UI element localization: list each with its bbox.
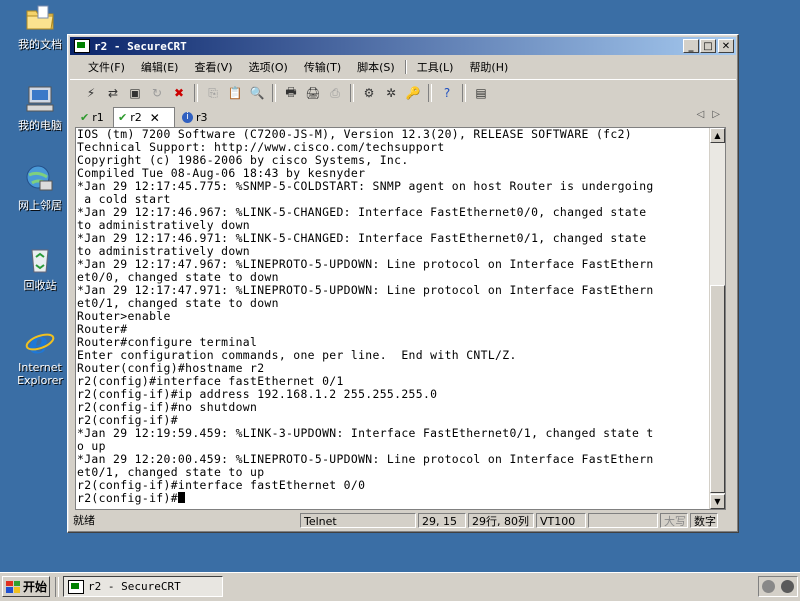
connect-icon[interactable]: ⚡ [81,84,101,102]
menu-bar: 文件(F) 编辑(E) 查看(V) 选项(O) 传输(T) 脚本(S) 工具(L… [70,57,736,77]
window-title: r2 - SecureCRT [94,39,187,53]
taskbar: 开始 r2 - SecureCRT [0,572,800,601]
start-button[interactable]: 开始 [2,576,50,597]
toolbar: ⚡ ⇄ ▣ ↻ ✖ ⎘ 📋 🔍 🖶 🖨 ⎙ ⚙ ✲ 🔑 ? ▤ [70,79,736,106]
maximize-button[interactable]: □ [700,39,716,53]
status-emulation: VT100 [536,513,586,528]
connected-check-icon: ✔ [118,111,128,124]
securecrt-app-icon [68,579,84,594]
svg-text:e: e [29,326,48,357]
sftp-icon[interactable]: ▤ [471,84,491,102]
network-icon [24,163,56,195]
tab-r1[interactable]: ✔ r1 [76,108,108,126]
menu-separator [404,60,407,74]
window-titlebar[interactable]: r2 - SecureCRT _ □ ✕ [70,37,736,55]
copy-icon[interactable]: ⎘ [203,84,223,102]
tab-label: r1 [92,110,104,124]
tab-label: r2 [130,111,142,124]
menu-help[interactable]: 帮助(H) [461,59,516,75]
close-button[interactable]: ✕ [718,39,734,53]
desktop-icon-network[interactable]: 网上邻居 [8,163,72,212]
start-label: 开始 [23,580,48,594]
windows-logo-icon [6,580,20,593]
terminal-line: *Jan 29 12:19:59.459: %LINK-3-UPDOWN: In… [77,426,654,440]
taskbar-task-title: r2 - SecureCRT [88,580,181,593]
connect-in-tab-icon[interactable]: ▣ [125,84,145,102]
print-selection-icon[interactable]: 🖨 [303,84,323,102]
desktop-icon-label: Internet Explorer [17,361,63,387]
desktop-icon-my-computer[interactable]: 我的电脑 [8,83,72,132]
tab-scroll-arrows[interactable]: ◁▷ [697,109,728,120]
terminal-prompt-line: r2(config-if)# [77,492,717,505]
desktop-icon-label: 我的文档 [18,38,62,51]
paste-icon[interactable]: 📋 [225,84,245,102]
scrollbar-thumb[interactable] [710,285,725,493]
connected-check-icon: ✔ [80,110,90,124]
scroll-down-icon[interactable]: ▼ [710,494,725,509]
securecrt-app-icon [74,39,90,53]
securecrt-window: r2 - SecureCRT _ □ ✕ 文件(F) 编辑(E) 查看(V) 选… [67,34,739,533]
tab-r2[interactable]: ✔ r2 ✕ [113,107,175,127]
terminal-output: IOS (tm) 7200 Software (C7200-JS-M), Ver… [77,128,717,505]
terminal-view[interactable]: IOS (tm) 7200 Software (C7200-JS-M), Ver… [75,127,726,510]
session-options-icon[interactable]: ⚙ [359,84,379,102]
status-cursor-position: 29, 15 [418,513,466,528]
menu-tools[interactable]: 工具(L) [409,59,462,75]
keymap-icon[interactable]: 🔑 [403,84,423,102]
status-caps: 大写 [660,513,688,528]
desktop-icon-label: 我的电脑 [18,119,62,132]
computer-icon [24,83,56,115]
tab-bar: ✔ r1 ✔ r2 ✕ i r3 ◁▷ [70,107,736,127]
system-tray [758,576,798,597]
tab-close-icon[interactable]: ✕ [150,111,160,125]
status-bar: 就绪 Telnet 29, 15 29行, 80列 VT100 大写 数字 [70,512,736,530]
menu-edit[interactable]: 编辑(E) [133,59,187,75]
find-icon[interactable]: 🔍 [247,84,267,102]
terminal-line: Router>enable [77,309,171,323]
desktop-icon-label: 网上邻居 [18,199,62,212]
menu-transfer[interactable]: 传输(T) [296,59,349,75]
menu-script[interactable]: 脚本(S) [349,59,403,75]
folder-icon [24,2,56,34]
desktop-icon-internet-explorer[interactable]: e Internet Explorer [8,325,72,387]
print-setup-icon[interactable]: ⎙ [325,84,345,102]
disconnect-icon[interactable]: ✖ [169,84,189,102]
terminal-cursor [177,492,185,503]
desktop-icon-my-documents[interactable]: 我的文档 [8,2,72,51]
terminal-prompt: r2(config-if)# [77,491,178,505]
scroll-up-icon[interactable]: ▲ [710,128,725,143]
print-icon[interactable]: 🖶 [281,84,301,102]
reconnect-icon[interactable]: ↻ [147,84,167,102]
volume-icon[interactable] [781,580,794,593]
minimize-button[interactable]: _ [683,39,699,53]
tab-r3[interactable]: i r3 [178,108,212,126]
terminal-line: et0/1, changed state to down [77,296,279,310]
global-options-icon[interactable]: ✲ [381,84,401,102]
vertical-scrollbar[interactable]: ▲ ▼ [709,128,725,509]
menu-view[interactable]: 查看(V) [186,59,240,75]
menu-options[interactable]: 选项(O) [241,59,296,75]
status-ready: 就绪 [73,514,95,527]
status-num: 数字 [690,513,718,528]
internet-explorer-icon: e [24,325,56,361]
help-icon[interactable]: ? [437,84,457,102]
taskbar-securecrt-button[interactable]: r2 - SecureCRT [63,576,223,597]
terminal-line: *Jan 29 12:17:45.775: %SNMP-5-COLDSTART:… [77,179,654,193]
quick-connect-icon[interactable]: ⇄ [103,84,123,102]
desktop-icon-label: 回收站 [23,279,57,292]
recycle-bin-icon [24,243,56,275]
info-icon: i [182,111,193,123]
status-empty [588,513,658,528]
status-terminal-size: 29行, 80列 [468,513,534,528]
network-status-icon[interactable] [762,580,775,593]
desktop-icon-recycle-bin[interactable]: 回收站 [8,243,72,292]
status-protocol: Telnet [300,513,416,528]
menu-file[interactable]: 文件(F) [80,59,133,75]
tab-label: r3 [196,110,208,124]
